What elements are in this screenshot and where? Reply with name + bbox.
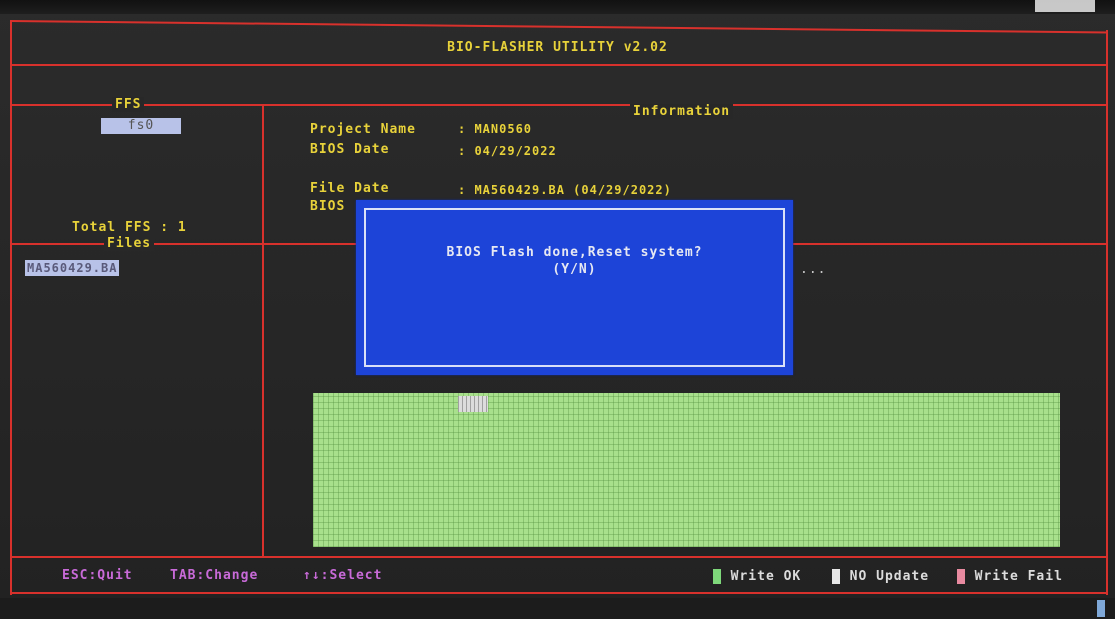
ffs-panel-label: FFS	[112, 97, 145, 112]
info-panel-label: Information	[630, 104, 734, 119]
monitor-bezel-top	[0, 0, 1115, 14]
total-ffs-count: Total FFS : 1	[72, 220, 187, 235]
frame-line-title-divider	[12, 64, 1107, 66]
info-value-project-name: : MAN0560	[458, 122, 533, 136]
legend-no-update-label: NO Update	[849, 569, 930, 584]
info-key-project-name: Project Name	[310, 122, 416, 137]
write-ok-swatch	[713, 569, 721, 584]
bios-screen: BIO-FLASHER UTILITY v2.02 FFS fs0 Total …	[0, 0, 1115, 619]
info-key-bios-date: BIOS Date	[310, 142, 390, 157]
info-key-bios: BIOS	[310, 199, 346, 214]
frame-line-top	[9, 20, 1108, 34]
screen-glare	[1035, 0, 1095, 12]
monitor-bezel-bottom	[0, 598, 1115, 619]
legend-no-update: NO Update	[832, 566, 929, 584]
legend-write-ok: Write OK	[713, 566, 801, 584]
text-cursor	[1097, 600, 1105, 617]
frame-line-left	[10, 20, 12, 595]
frame-line-right	[1106, 30, 1108, 595]
file-item-ma560429[interactable]: MA560429.BA	[25, 260, 120, 276]
flash-block-cursor	[458, 396, 488, 412]
app-title: BIO-FLASHER UTILITY v2.02	[447, 40, 668, 55]
progress-dots: ...	[800, 262, 827, 277]
frame-line-status-top	[12, 556, 1107, 558]
legend-write-fail-label: Write Fail	[974, 569, 1063, 584]
esc-quit-hint[interactable]: ESC:Quit	[62, 568, 133, 583]
frame-line-bottom	[12, 592, 1107, 594]
dialog-prompt[interactable]: (Y/N)	[356, 262, 793, 277]
tab-change-hint[interactable]: TAB:Change	[170, 568, 258, 583]
info-value-bios-date: : 04/29/2022	[458, 144, 557, 158]
select-hint[interactable]: ↑↓:Select	[303, 568, 382, 583]
dialog-message: BIOS Flash done,Reset system?	[446, 245, 703, 260]
write-fail-swatch	[957, 569, 965, 584]
frame-line-vertical	[262, 104, 264, 557]
legend-write-ok-label: Write OK	[730, 569, 802, 584]
legend-write-fail: Write Fail	[957, 566, 1063, 584]
no-update-swatch	[832, 569, 840, 584]
reset-confirm-dialog[interactable]: BIOS Flash done,Reset system? (Y/N)	[356, 200, 793, 375]
dialog-frame	[364, 208, 785, 367]
info-value-file-date: : MA560429.BA (04/29/2022)	[458, 183, 672, 197]
info-key-file-date: File Date	[310, 181, 390, 196]
frame-line-header	[12, 104, 1107, 106]
files-panel-label: Files	[104, 236, 155, 251]
ffs-item-fs0[interactable]: fs0	[101, 118, 181, 134]
flash-block-map	[313, 393, 1060, 547]
